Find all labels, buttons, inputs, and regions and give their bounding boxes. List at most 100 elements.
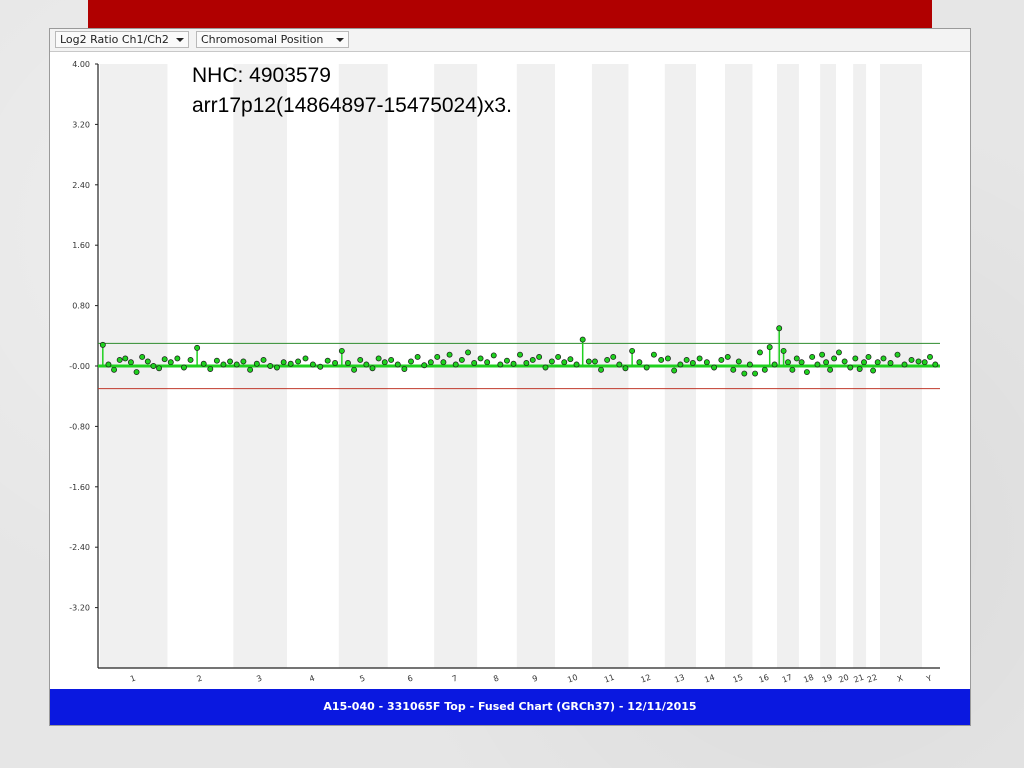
data-point — [771, 361, 778, 368]
x-tick-label: 14 — [703, 673, 716, 685]
data-point — [484, 359, 491, 366]
data-point — [167, 359, 174, 366]
log2-ratio-plot: 4.00 3.20 2.40 1.60 0.80 -0.00 -0.80 -1.60 -2.40… — [69, 60, 940, 685]
data-point — [724, 353, 731, 360]
data-point — [194, 344, 201, 351]
data-point — [629, 347, 636, 354]
data-point — [735, 358, 742, 365]
data-point — [213, 357, 220, 364]
data-point — [267, 363, 274, 369]
data-point — [180, 364, 187, 371]
data-point — [567, 356, 574, 363]
data-point — [127, 359, 134, 366]
x-axis-labels: 1 2 3 4 5 6 7 8 9 10 11 12 13 14 15 16 17 18 19 20 21 22 X Y — [129, 673, 933, 685]
data-point — [636, 359, 643, 366]
data-point — [555, 353, 562, 360]
data-point — [174, 355, 181, 362]
data-point — [585, 358, 592, 365]
x-tick-label: 18 — [802, 673, 815, 685]
x-tick-label: 9 — [531, 674, 539, 684]
x-tick-label: 17 — [781, 673, 794, 685]
y-tick-label: -2.40 — [69, 543, 90, 552]
data-point — [122, 355, 129, 362]
data-point — [207, 366, 214, 372]
data-point — [317, 363, 324, 370]
data-point — [664, 355, 671, 362]
data-point — [477, 355, 484, 362]
slide-accent-bar — [88, 0, 932, 30]
data-point — [408, 358, 414, 365]
data-point — [650, 351, 657, 358]
data-point — [351, 366, 358, 373]
data-point — [247, 366, 254, 373]
x-tick-label: 13 — [673, 673, 686, 685]
data-point — [835, 349, 842, 356]
data-point — [718, 357, 725, 363]
data-point — [309, 361, 316, 368]
data-point — [105, 361, 112, 368]
data-point — [421, 362, 428, 369]
data-point — [220, 361, 227, 368]
data-point — [240, 358, 247, 365]
data-point — [746, 361, 753, 368]
data-point — [414, 353, 421, 360]
data-point — [852, 355, 859, 362]
x-tick-label: 6 — [406, 674, 414, 684]
data-point — [793, 355, 800, 362]
data-point — [446, 351, 453, 358]
data-point — [133, 369, 140, 375]
data-point — [861, 359, 867, 366]
y-axis-ticks: 4.00 3.20 2.40 1.60 0.80 -0.00 -0.80 -1.60 -2.40… — [69, 60, 98, 613]
data-point — [780, 347, 787, 354]
data-point — [523, 360, 530, 366]
data-point — [394, 361, 401, 368]
data-point — [536, 353, 543, 360]
data-point — [785, 359, 791, 366]
data-point — [809, 353, 816, 360]
data-point — [677, 361, 684, 368]
x-tick-label: 21 — [852, 673, 865, 685]
data-point — [503, 357, 510, 364]
data-point — [887, 360, 894, 366]
x-tick-label: 3 — [255, 674, 263, 684]
data-point — [856, 366, 863, 372]
data-point — [598, 366, 605, 373]
chart-caption-bar: A15-040 - 331065F Top - Fused Chart (GRC… — [50, 689, 970, 725]
data-point — [187, 357, 194, 363]
chart-window: Log2 Ratio Ch1/Ch2 Chromosomal Position … — [49, 28, 971, 726]
x-tick-label: 19 — [821, 673, 834, 685]
data-point — [908, 357, 915, 363]
data-point — [345, 360, 351, 366]
data-point — [427, 359, 434, 366]
x-tick-label: 5 — [359, 674, 367, 684]
data-point — [324, 357, 331, 364]
x-tick-label: 2 — [196, 674, 204, 684]
y-tick-label: 0.80 — [72, 302, 90, 311]
data-point — [440, 359, 447, 366]
data-point — [689, 360, 696, 366]
data-point — [803, 369, 810, 375]
data-point — [658, 357, 665, 363]
data-point — [761, 366, 768, 373]
data-point — [295, 358, 302, 365]
data-point — [332, 360, 339, 366]
x-tick-label: 20 — [837, 673, 850, 685]
data-point — [434, 353, 441, 360]
data-point — [363, 361, 370, 368]
data-point — [111, 366, 118, 373]
data-point — [741, 370, 748, 377]
data-point — [144, 358, 151, 365]
data-point — [616, 361, 623, 368]
x-tick-label: X — [896, 673, 905, 684]
data-point — [369, 365, 376, 372]
x-tick-label: 7 — [451, 674, 459, 684]
x-tick-label: 4 — [308, 674, 316, 684]
data-point — [622, 365, 629, 372]
y-tick-label: -0.00 — [69, 362, 90, 371]
y-tick-label: -0.80 — [69, 422, 90, 431]
data-point — [730, 366, 737, 373]
data-point — [847, 364, 854, 371]
data-point — [921, 359, 928, 366]
data-point — [756, 349, 763, 356]
data-point — [510, 360, 517, 367]
